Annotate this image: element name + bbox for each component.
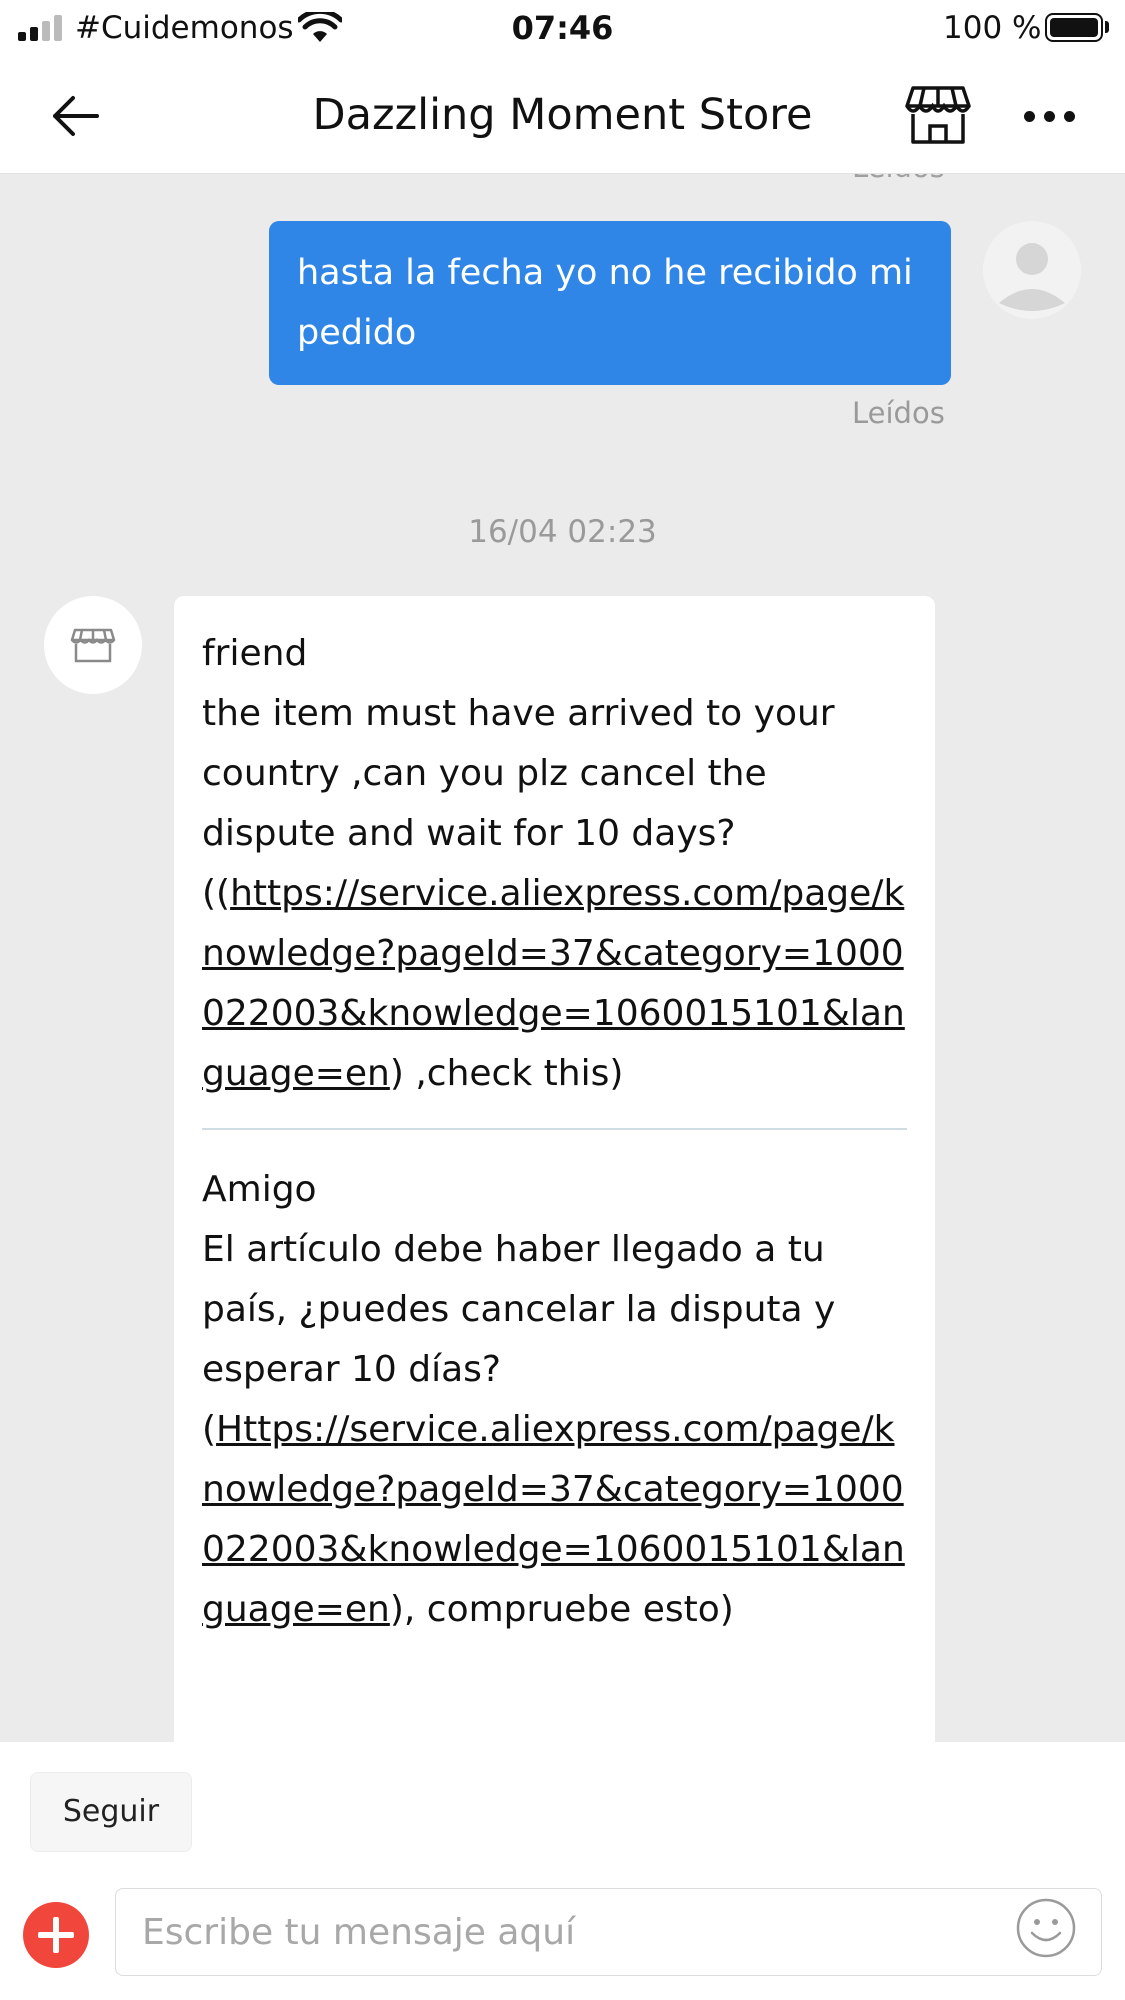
- read-status: Leídos: [852, 396, 945, 430]
- message-timestamp: 16/04 02:23: [468, 514, 657, 550]
- sent-message-bubble[interactable]: hasta la fecha yo no he recibido mi pedi…: [269, 221, 951, 385]
- store-avatar[interactable]: [44, 596, 142, 694]
- read-status-previous: Leídos: [852, 174, 945, 184]
- link-prefix-es: (: [202, 1409, 217, 1450]
- chat-header: Dazzling Moment Store: [0, 58, 1125, 174]
- user-silhouette-icon: [999, 243, 1065, 311]
- sent-message-text: hasta la fecha yo no he recibido mi pedi…: [297, 253, 913, 353]
- message-input-box[interactable]: [115, 1888, 1102, 1976]
- plus-icon[interactable]: [23, 1902, 89, 1968]
- translation-divider: [202, 1128, 907, 1130]
- battery-icon: [1045, 13, 1103, 42]
- message-input[interactable]: [140, 1889, 1004, 1976]
- status-bar: #Cuidemonos 07:46 100 %: [0, 0, 1125, 58]
- link-suffix-en: ) ,check this): [389, 1053, 624, 1094]
- follow-button[interactable]: Seguir: [30, 1772, 192, 1852]
- battery-tip: [1105, 21, 1109, 33]
- link-suffix-es: ), compruebe esto): [389, 1589, 734, 1630]
- message-link-line-en: ((https://service.aliexpress.com/page/kn…: [202, 864, 907, 1104]
- user-avatar[interactable]: [983, 221, 1081, 319]
- message-greeting-en: friend: [202, 633, 308, 674]
- message-body-es: El artículo debe haber llegado a tu país…: [202, 1229, 836, 1390]
- message-greeting-es: Amigo: [202, 1169, 317, 1210]
- emoji-smile-icon[interactable]: [1015, 1897, 1077, 1959]
- bottom-bar: Seguir: [0, 1742, 1125, 2000]
- link-prefix-en: ((: [202, 873, 231, 914]
- more-dots-icon[interactable]: [1022, 103, 1078, 127]
- store-avatar-icon: [70, 628, 116, 663]
- store-icon[interactable]: [905, 84, 971, 146]
- message-body-en: the item must have arrived to your count…: [202, 693, 835, 854]
- received-message-bubble[interactable]: friend the item must have arrived to you…: [174, 596, 935, 1742]
- chat-area[interactable]: Leídos hasta la fecha yo no he recibido …: [0, 174, 1125, 1742]
- battery-percentage: 100 %: [943, 10, 1042, 46]
- message-link-line-es: (Https://service.aliexpress.com/page/kno…: [202, 1400, 907, 1640]
